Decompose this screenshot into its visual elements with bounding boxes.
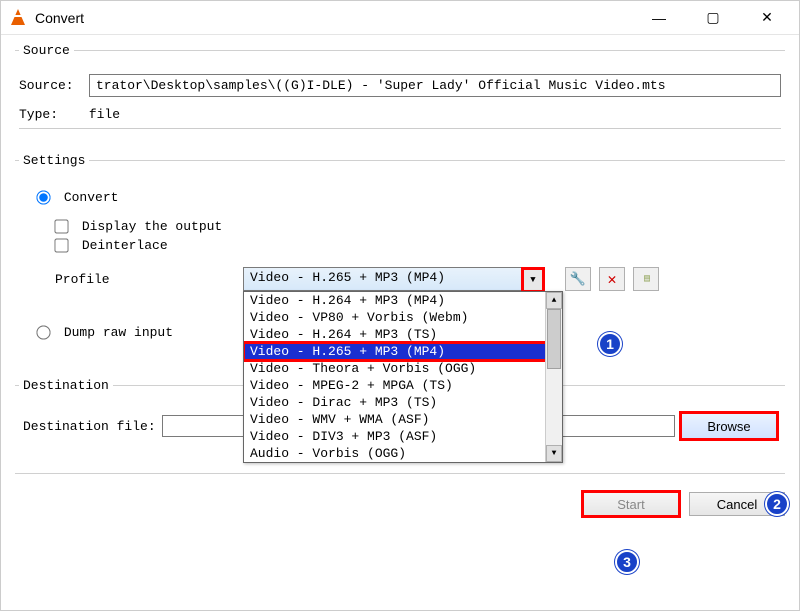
delete-profile-button[interactable]: ✕ [599, 267, 625, 291]
profile-dropdown-list[interactable]: Video - H.264 + MP3 (MP4) Video - VP80 +… [243, 291, 563, 463]
callout-2: 2 [765, 492, 789, 516]
display-output-label: Display the output [82, 219, 222, 234]
convert-radio-label: Convert [64, 190, 119, 205]
source-label: Source: [19, 78, 81, 93]
convert-window: Convert — ▢ ✕ Source Source: Type: file … [0, 0, 800, 611]
list-icon: ▤ [644, 273, 648, 285]
source-legend: Source [19, 43, 74, 58]
dump-raw-radio[interactable]: Dump raw input [37, 325, 173, 340]
profile-option[interactable]: Video - Dirac + MP3 (TS) [244, 394, 562, 411]
destination-file-label: Destination file: [23, 419, 156, 434]
profile-dropdown-arrow[interactable]: ▼ [523, 269, 543, 291]
close-button[interactable]: ✕ [749, 4, 785, 32]
profile-option[interactable]: Video - WMV + WMA (ASF) [244, 411, 562, 428]
dump-raw-radio-input[interactable] [36, 325, 50, 339]
dump-raw-label: Dump raw input [64, 325, 173, 340]
profile-option[interactable]: Video - VP80 + Vorbis (Webm) [244, 309, 562, 326]
dropdown-scrollbar[interactable]: ▲ ▼ [545, 292, 562, 462]
profile-option[interactable]: Video - DIV3 + MP3 (ASF) [244, 428, 562, 445]
new-profile-button[interactable]: ▤ [633, 267, 659, 291]
browse-button[interactable]: Browse [681, 413, 777, 439]
profile-option[interactable]: Audio - Vorbis (OGG) [244, 445, 562, 462]
profile-option[interactable]: Video - H.264 + MP3 (MP4) [244, 292, 562, 309]
callout-1: 1 [598, 332, 622, 356]
window-title: Convert [35, 10, 84, 26]
profile-option[interactable]: Video - MPEG-2 + MPGA (TS) [244, 377, 562, 394]
display-output-checkbox[interactable]: Display the output [55, 219, 222, 234]
edit-profile-button[interactable]: 🔧 [565, 267, 591, 291]
deinterlace-checkbox[interactable]: Deinterlace [55, 238, 168, 253]
profile-combobox[interactable]: Video - H.265 + MP3 (MP4) ▼ [243, 267, 545, 291]
minimize-button[interactable]: — [641, 4, 677, 32]
source-group: Source Source: Type: file [15, 43, 785, 147]
convert-radio-input[interactable] [36, 190, 50, 204]
scroll-down-icon[interactable]: ▼ [546, 445, 562, 462]
chevron-down-icon: ▼ [530, 275, 535, 285]
callout-3: 3 [615, 550, 639, 574]
convert-radio[interactable]: Convert [37, 190, 118, 205]
scroll-up-icon[interactable]: ▲ [546, 292, 562, 309]
settings-group: Settings Convert Display the output Dein… [15, 153, 785, 372]
source-input[interactable] [89, 74, 781, 97]
profile-selected-value: Video - H.265 + MP3 (MP4) [250, 270, 445, 285]
deinterlace-checkbox-input[interactable] [54, 238, 68, 252]
maximize-button[interactable]: ▢ [695, 4, 731, 32]
wrench-icon: 🔧 [570, 272, 586, 287]
start-button[interactable]: Start [583, 492, 679, 516]
settings-legend: Settings [19, 153, 89, 168]
titlebar: Convert — ▢ ✕ [1, 1, 799, 35]
type-value: file [89, 107, 120, 122]
profile-option-selected[interactable]: Video - H.265 + MP3 (MP4) [244, 343, 562, 360]
delete-x-icon: ✕ [607, 270, 616, 289]
profile-label: Profile [55, 272, 235, 287]
profile-option[interactable]: Video - H.264 + MP3 (TS) [244, 326, 562, 343]
scroll-thumb[interactable] [547, 309, 561, 369]
display-output-checkbox-input[interactable] [54, 219, 68, 233]
profile-option[interactable]: Video - Theora + Vorbis (OGG) [244, 360, 562, 377]
destination-legend: Destination [19, 378, 113, 393]
vlc-cone-icon [9, 9, 27, 27]
deinterlace-label: Deinterlace [82, 238, 168, 253]
type-label: Type: [19, 107, 81, 122]
